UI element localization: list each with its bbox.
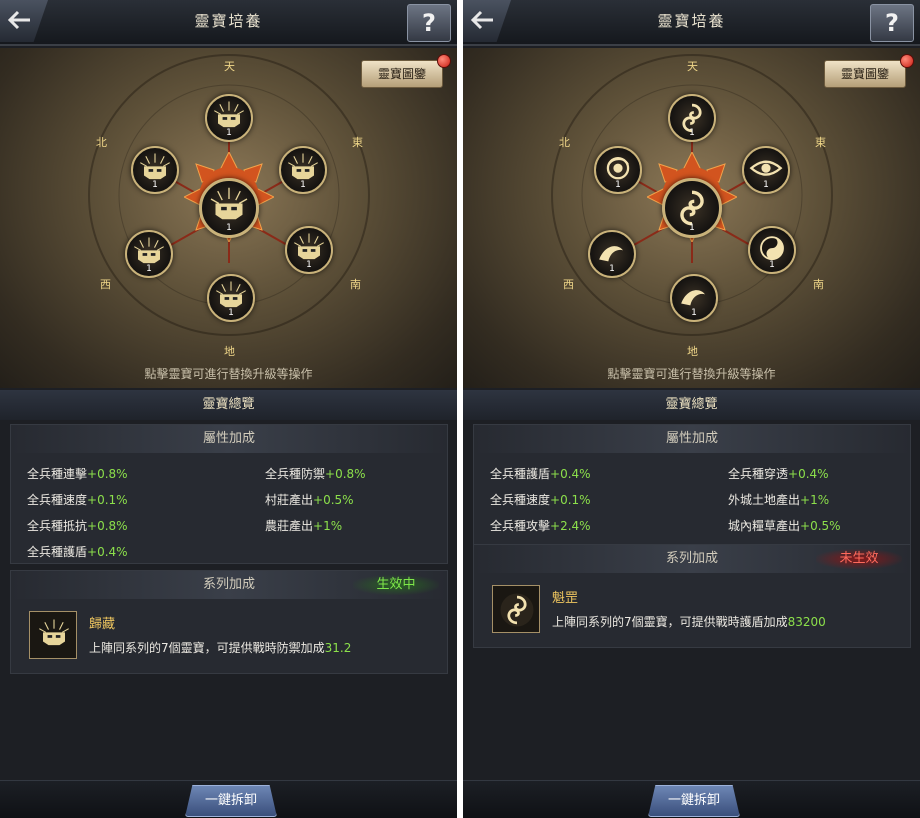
series-name: 魁罡	[552, 591, 579, 606]
board-hint: 點擊靈寶可進行替換升級等操作	[144, 367, 313, 381]
help-button[interactable]: ?	[407, 4, 451, 42]
series-status-badge: 生效中	[353, 575, 439, 595]
spirit-slot-top[interactable]: 1	[205, 94, 253, 142]
slot-level: 1	[691, 308, 697, 318]
series-status-badge: 未生效	[816, 549, 902, 569]
attribute-box: 屬性加成 全兵種護盾+0.4% 全兵種穿透+0.4% 全兵種速度+0.1% 外城…	[473, 424, 911, 564]
overview-header: 靈寶總覽	[0, 390, 457, 420]
direction-east: 東	[815, 136, 826, 149]
slot-level: 1	[769, 260, 775, 270]
spirit-board: 靈寶圖鑒 天 地 北 東 西 南 1 1 1 1 1 1 1 點擊靈寶可進行替換…	[0, 48, 457, 388]
attribute-item: 村莊產出+0.5%	[265, 493, 354, 507]
help-button[interactable]: ?	[870, 4, 914, 42]
slot-level: 1	[228, 308, 234, 318]
attribute-item: 城內糧草產出+0.5%	[728, 519, 841, 533]
panel-left: 靈寶培養 ? 靈寶圖鑒 天 地 北 東 西 南 1 1 1 1 1 1 1 點擊…	[0, 0, 457, 818]
series-icon-frame	[492, 585, 540, 633]
spirit-slot-lower-right[interactable]: 1	[285, 226, 333, 274]
attribute-title: 屬性加成	[474, 425, 910, 453]
attribute-item: 全兵種速度+0.1%	[27, 493, 128, 507]
direction-north: 北	[96, 136, 107, 149]
attribute-item: 全兵種抵抗+0.8%	[27, 519, 128, 533]
direction-heaven: 天	[224, 60, 235, 73]
panel-right: 靈寶培養 ? 靈寶圖鑒 天 地 北 東 西 南 1 1 1 1 1 1 1 點擊…	[463, 0, 920, 818]
slot-level: 1	[146, 264, 152, 274]
attribute-item: 外城土地產出+1%	[728, 493, 830, 507]
unload-all-button[interactable]: 一鍵拆卸	[185, 785, 277, 817]
slot-level: 1	[763, 180, 769, 190]
series-icon-frame	[29, 611, 77, 659]
swirl-icon	[500, 593, 534, 627]
slot-level: 1	[689, 128, 695, 138]
attribute-item: 全兵種攻擊+2.4%	[490, 519, 591, 533]
attribute-item: 全兵種穿透+0.4%	[728, 467, 829, 481]
slot-level: 1	[226, 223, 232, 233]
series-box: 系列加成 生效中 歸藏 上陣同系列的7個靈寶，可提供戰時防禦加成31.2	[10, 570, 448, 674]
attribute-item: 全兵種速度+0.1%	[490, 493, 591, 507]
catalog-button[interactable]: 靈寶圖鑒	[361, 60, 443, 88]
notification-dot	[437, 54, 451, 68]
series-box: 系列加成 未生效 魁罡 上陣同系列的7個靈寶，可提供戰時護盾加成83200	[473, 544, 911, 648]
notification-dot	[900, 54, 914, 68]
direction-west: 西	[563, 278, 574, 291]
direction-earth: 地	[224, 345, 235, 358]
overview-header: 靈寶總覽	[463, 390, 920, 420]
spirit-slot-lower-right[interactable]: 1	[748, 226, 796, 274]
top-bar: 靈寶培養 ?	[0, 0, 457, 46]
attribute-title: 屬性加成	[11, 425, 447, 453]
spirit-slot-upper-right[interactable]: 1	[279, 146, 327, 194]
catalog-button[interactable]: 靈寶圖鑒	[824, 60, 906, 88]
direction-east: 東	[352, 136, 363, 149]
spirit-slot-upper-left[interactable]: 1	[594, 146, 642, 194]
spirit-slot-top[interactable]: 1	[668, 94, 716, 142]
series-description: 上陣同系列的7個靈寶，可提供戰時護盾加成83200	[552, 615, 826, 629]
unload-all-button[interactable]: 一鍵拆卸	[648, 785, 740, 817]
attribute-item: 全兵種連擊+0.8%	[27, 467, 128, 481]
page-title: 靈寶培養	[194, 12, 263, 30]
direction-heaven: 天	[687, 60, 698, 73]
page: 靈寶培養 ? 靈寶圖鑒 天 地 北 東 西 南 1 1 1 1 1 1 1 點擊…	[0, 0, 920, 818]
bottom-bar: 一鍵拆卸	[463, 780, 920, 818]
slot-level: 1	[152, 180, 158, 190]
top-bar: 靈寶培養 ?	[463, 0, 920, 46]
guardian-icon	[39, 619, 69, 646]
attribute-box: 屬性加成 全兵種連擊+0.8% 全兵種防禦+0.8% 全兵種速度+0.1% 村莊…	[10, 424, 448, 564]
attribute-item: 全兵種防禦+0.8%	[265, 467, 366, 481]
slot-level: 1	[300, 180, 306, 190]
slot-level: 1	[306, 260, 312, 270]
spirit-slot-upper-right[interactable]: 1	[742, 146, 790, 194]
board-hint: 點擊靈寶可進行替換升級等操作	[607, 367, 776, 381]
spirit-slot-lower-left[interactable]: 1	[588, 230, 636, 278]
direction-earth: 地	[687, 345, 698, 358]
slot-level: 1	[609, 264, 615, 274]
bottom-bar: 一鍵拆卸	[0, 780, 457, 818]
spirit-board: 靈寶圖鑒 天 地 北 東 西 南 1 1 1 1 1 1 1 點擊靈寶可進行替換…	[463, 48, 920, 388]
direction-south: 南	[813, 278, 824, 291]
series-description: 上陣同系列的7個靈寶，可提供戰時防禦加成31.2	[89, 641, 352, 655]
spirit-slot-lower-left[interactable]: 1	[125, 230, 173, 278]
attribute-item: 農莊產出+1%	[265, 519, 343, 533]
spirit-slot-bottom[interactable]: 1	[670, 274, 718, 322]
spirit-slot-center[interactable]: 1	[662, 178, 722, 238]
direction-north: 北	[559, 136, 570, 149]
slot-level: 1	[615, 180, 621, 190]
spirit-slot-upper-left[interactable]: 1	[131, 146, 179, 194]
spirit-slot-bottom[interactable]: 1	[207, 274, 255, 322]
attribute-item: 全兵種護盾+0.4%	[27, 545, 128, 559]
slot-level: 1	[226, 128, 232, 138]
attribute-item: 全兵種護盾+0.4%	[490, 467, 591, 481]
direction-south: 南	[350, 278, 361, 291]
slot-level: 1	[689, 223, 695, 233]
page-title: 靈寶培養	[657, 12, 726, 30]
direction-west: 西	[100, 278, 111, 291]
spirit-slot-center[interactable]: 1	[199, 178, 259, 238]
series-name: 歸藏	[89, 617, 116, 632]
